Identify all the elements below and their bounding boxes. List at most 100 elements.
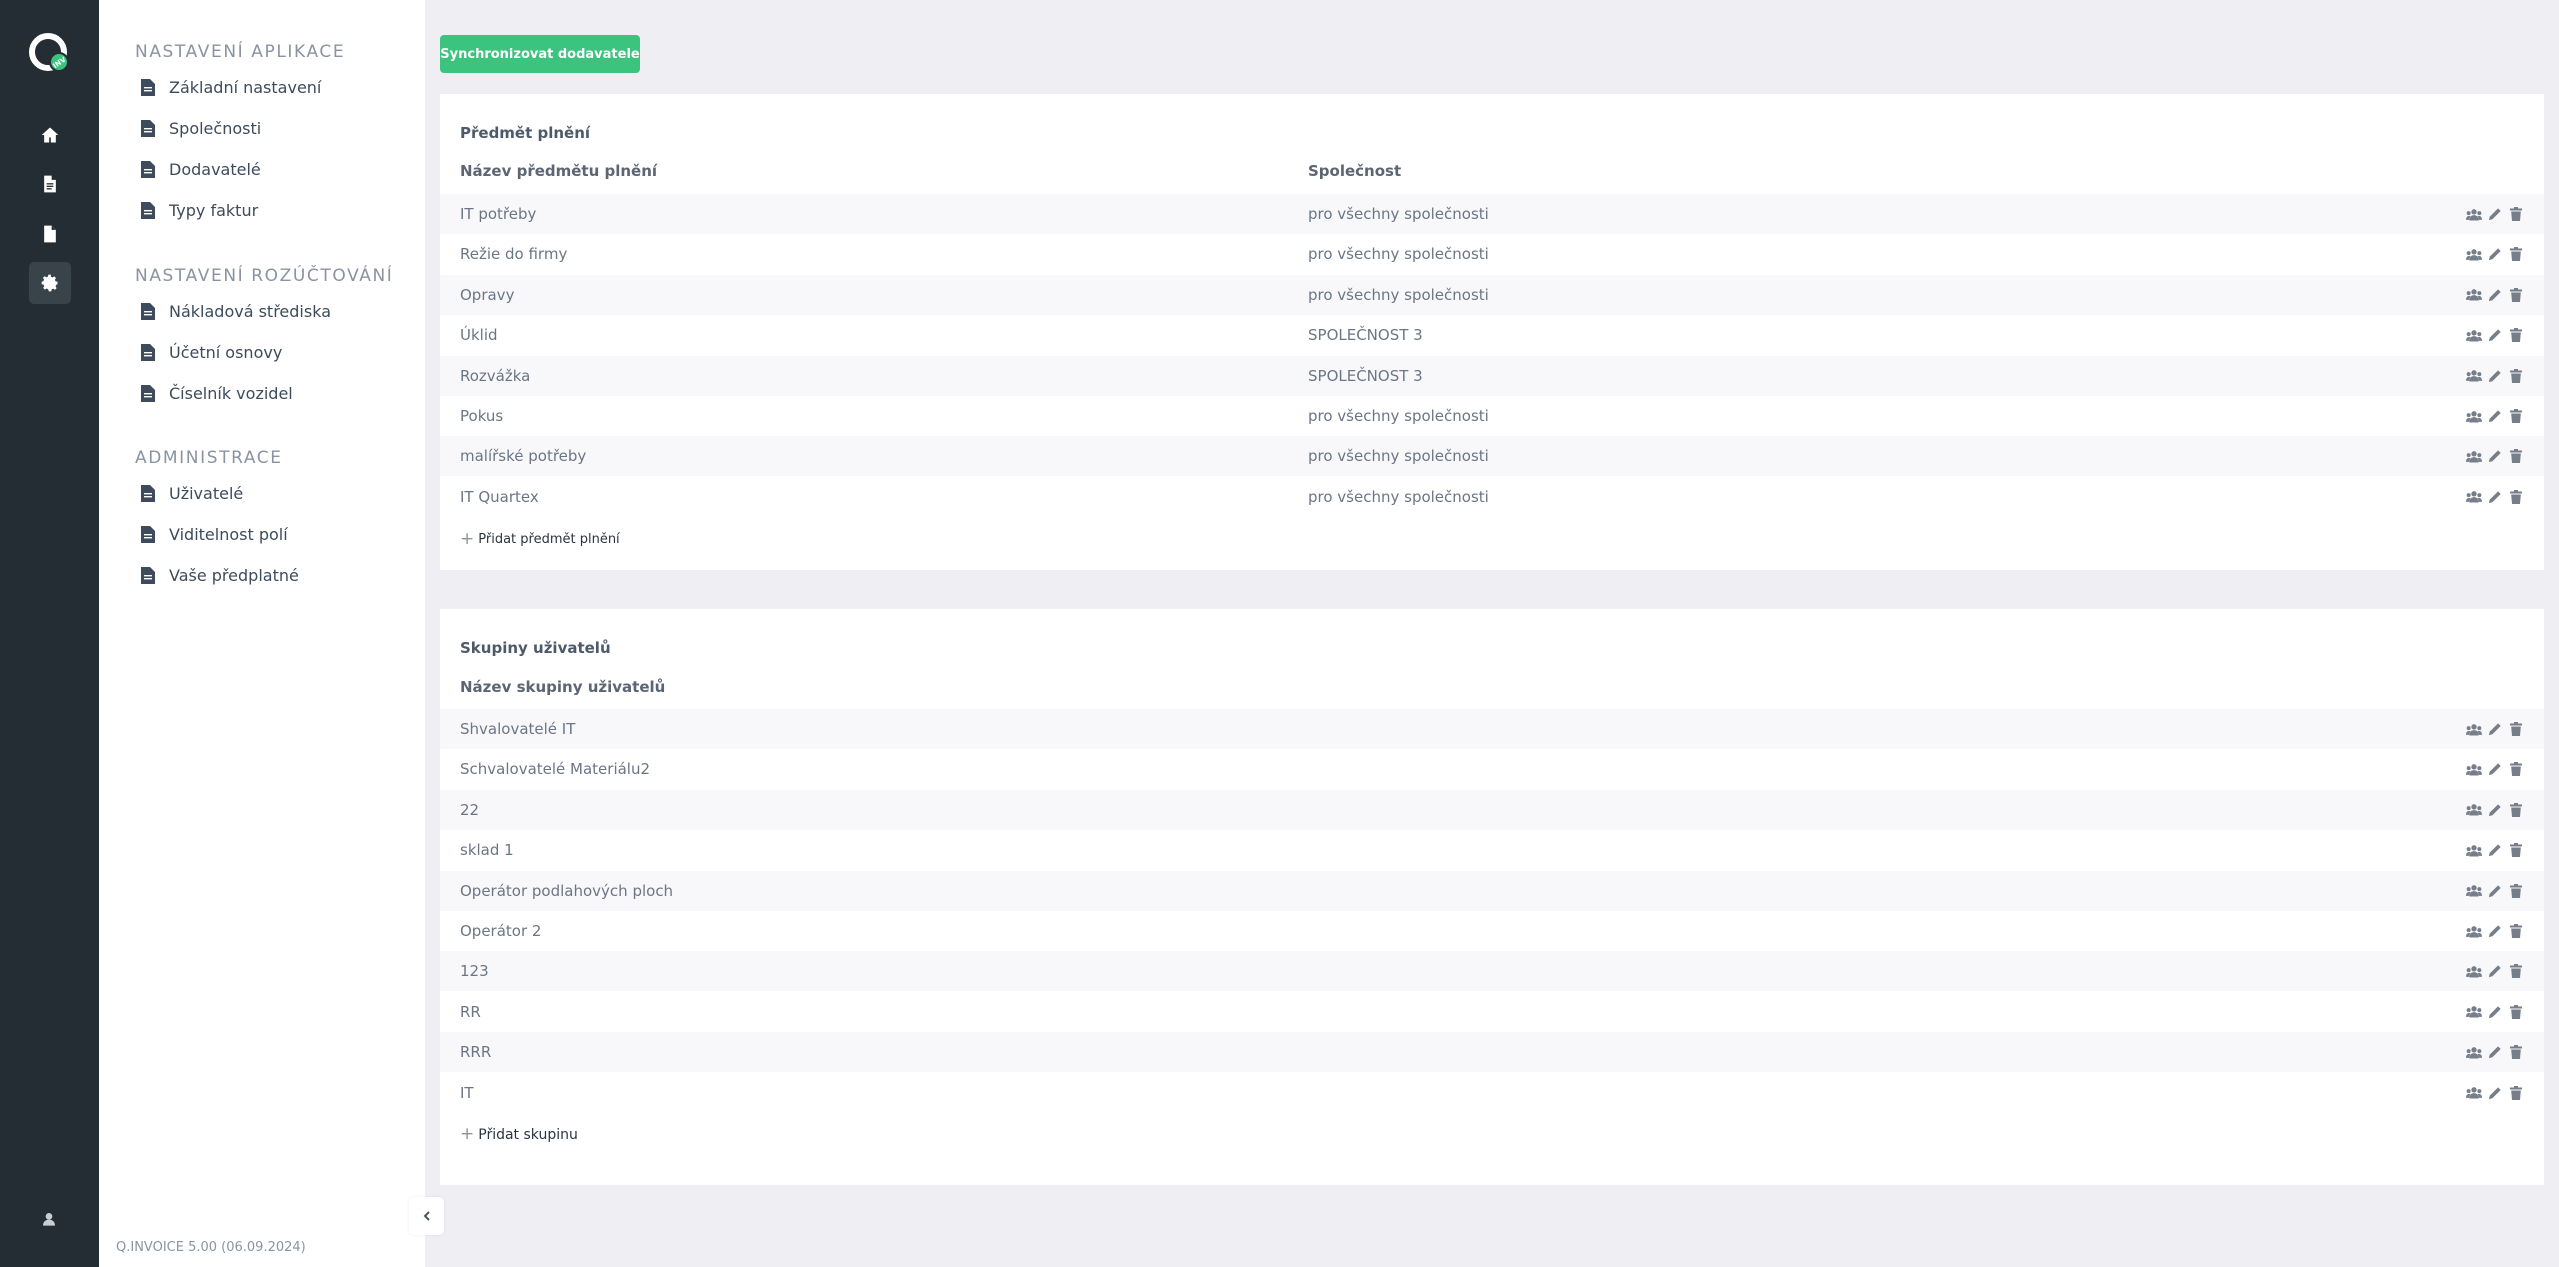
pencil-icon[interactable]	[2487, 327, 2503, 343]
pencil-icon[interactable]	[2487, 802, 2503, 818]
pencil-icon[interactable]	[2487, 246, 2503, 262]
trash-icon[interactable]	[2508, 721, 2524, 737]
table-row[interactable]: 22	[440, 789, 2544, 830]
table-row[interactable]: Opravy pro všechny společnosti	[440, 274, 2544, 315]
pencil-icon[interactable]	[2487, 368, 2503, 384]
rail-documents-button[interactable]	[29, 213, 71, 255]
sidebar-item-suppliers[interactable]: Dodavatelé	[141, 160, 261, 179]
pencil-icon[interactable]	[2487, 489, 2503, 505]
sidebar-item-chart-of-accounts[interactable]: Účetní osnovy	[141, 343, 282, 362]
table-row[interactable]: Úklid SPOLEČNOST 3	[440, 315, 2544, 355]
table-row[interactable]: Režie do firmy pro všechny společnosti	[440, 234, 2544, 274]
pencil-icon[interactable]	[2487, 287, 2503, 303]
users-action-icon[interactable]	[2466, 287, 2482, 303]
trash-icon[interactable]	[2508, 842, 2524, 858]
table-row[interactable]: 123	[440, 951, 2544, 992]
pencil-icon[interactable]	[2487, 448, 2503, 464]
row-company-cell: pro všechny společnosti	[1308, 205, 1489, 223]
sidebar-item-companies[interactable]: Společnosti	[141, 119, 261, 138]
table-row[interactable]: IT potřeby pro všechny společnosti	[440, 194, 2544, 234]
users-action-icon[interactable]	[2466, 802, 2482, 818]
users-action-icon[interactable]	[2466, 963, 2482, 979]
pencil-icon[interactable]	[2487, 1044, 2503, 1060]
trash-icon[interactable]	[2508, 448, 2524, 464]
table-row[interactable]: IT	[440, 1073, 2544, 1113]
rail-invoices-button[interactable]	[29, 163, 71, 205]
users-action-icon[interactable]	[2466, 368, 2482, 384]
pencil-icon[interactable]	[2487, 963, 2503, 979]
pencil-icon[interactable]	[2487, 206, 2503, 222]
collapse-sidebar-button[interactable]	[409, 1197, 444, 1235]
rail-settings-button[interactable]	[29, 262, 71, 304]
user-profile-button[interactable]	[36, 1206, 62, 1232]
table-row[interactable]: Schvalovatelé Materiálu2	[440, 749, 2544, 789]
pencil-icon[interactable]	[2487, 408, 2503, 424]
users-action-icon[interactable]	[2466, 489, 2482, 505]
trash-icon[interactable]	[2508, 246, 2524, 262]
pencil-icon[interactable]	[2487, 883, 2503, 899]
pencil-icon[interactable]	[2487, 761, 2503, 777]
add-group-link[interactable]: + Přidat skupinu	[460, 1126, 578, 1143]
trash-icon[interactable]	[2508, 206, 2524, 222]
row-company-cell: pro všechny společnosti	[1308, 407, 1489, 425]
sync-suppliers-button[interactable]: Synchronizovat dodavatele	[440, 35, 640, 73]
trash-icon[interactable]	[2508, 802, 2524, 818]
table-row[interactable]: sklad 1	[440, 830, 2544, 870]
row-name-cell: Režie do firmy	[460, 245, 568, 264]
trash-icon[interactable]	[2508, 1044, 2524, 1060]
table-row[interactable]: RRR	[440, 1032, 2544, 1073]
users-action-icon[interactable]	[2466, 327, 2482, 343]
sidebar-item-label: Viditelnost polí	[169, 525, 288, 544]
trash-icon[interactable]	[2508, 963, 2524, 979]
users-action-icon[interactable]	[2466, 1044, 2482, 1060]
trash-icon[interactable]	[2508, 883, 2524, 899]
trash-icon[interactable]	[2508, 327, 2524, 343]
app-version: Q.INVOICE 5.00 (06.09.2024)	[116, 1240, 306, 1255]
users-action-icon[interactable]	[2466, 883, 2482, 899]
users-action-icon[interactable]	[2466, 408, 2482, 424]
pencil-icon[interactable]	[2487, 842, 2503, 858]
pencil-icon[interactable]	[2487, 1085, 2503, 1101]
users-action-icon[interactable]	[2466, 246, 2482, 262]
table-row[interactable]: Operátor podlahových ploch	[440, 870, 2544, 911]
table-row[interactable]: Rozvážka SPOLEČNOST 3	[440, 355, 2544, 396]
table-row[interactable]: RR	[440, 992, 2544, 1032]
users-action-icon[interactable]	[2466, 923, 2482, 939]
table-row[interactable]: Pokus pro všechny společnosti	[440, 396, 2544, 436]
table-row[interactable]: Shvalovatelé IT	[440, 709, 2544, 749]
sidebar-item-label: Společnosti	[169, 119, 262, 138]
users-action-icon[interactable]	[2466, 842, 2482, 858]
pencil-icon[interactable]	[2487, 1004, 2503, 1020]
sidebar-item-vehicles[interactable]: Číselník vozidel	[141, 384, 293, 403]
app-logo[interactable]: INV	[28, 32, 72, 76]
sidebar-item-field-visibility[interactable]: Viditelnost polí	[141, 525, 288, 544]
users-action-icon[interactable]	[2466, 721, 2482, 737]
column-header-group-name: Název skupiny uživatelů	[460, 678, 666, 696]
sidebar-item-users[interactable]: Uživatelé	[141, 484, 243, 503]
sidebar-item-invoice-types[interactable]: Typy faktur	[141, 201, 258, 220]
trash-icon[interactable]	[2508, 287, 2524, 303]
sidebar-item-basic-settings[interactable]: Základní nastavení	[141, 78, 321, 97]
rail-home-button[interactable]	[29, 114, 71, 156]
sidebar-item-cost-centers[interactable]: Nákladová střediska	[141, 302, 331, 321]
row-company-cell: pro všechny společnosti	[1308, 245, 1489, 264]
users-action-icon[interactable]	[2466, 448, 2482, 464]
table-row[interactable]: Operátor 2	[440, 911, 2544, 951]
table-row[interactable]: IT Quartex pro všechny společnosti	[440, 477, 2544, 517]
users-action-icon[interactable]	[2466, 1085, 2482, 1101]
users-action-icon[interactable]	[2466, 1004, 2482, 1020]
pencil-icon[interactable]	[2487, 721, 2503, 737]
trash-icon[interactable]	[2508, 1004, 2524, 1020]
table-row[interactable]: malířské potřeby pro všechny společnosti	[440, 436, 2544, 477]
sidebar-item-subscription[interactable]: Vaše předplatné	[141, 566, 299, 585]
users-action-icon[interactable]	[2466, 206, 2482, 222]
trash-icon[interactable]	[2508, 368, 2524, 384]
pencil-icon[interactable]	[2487, 923, 2503, 939]
trash-icon[interactable]	[2508, 923, 2524, 939]
trash-icon[interactable]	[2508, 761, 2524, 777]
trash-icon[interactable]	[2508, 408, 2524, 424]
trash-icon[interactable]	[2508, 1085, 2524, 1101]
users-action-icon[interactable]	[2466, 761, 2482, 777]
add-subject-link[interactable]: + Přidat předmět plnění	[460, 531, 620, 548]
trash-icon[interactable]	[2508, 489, 2524, 505]
